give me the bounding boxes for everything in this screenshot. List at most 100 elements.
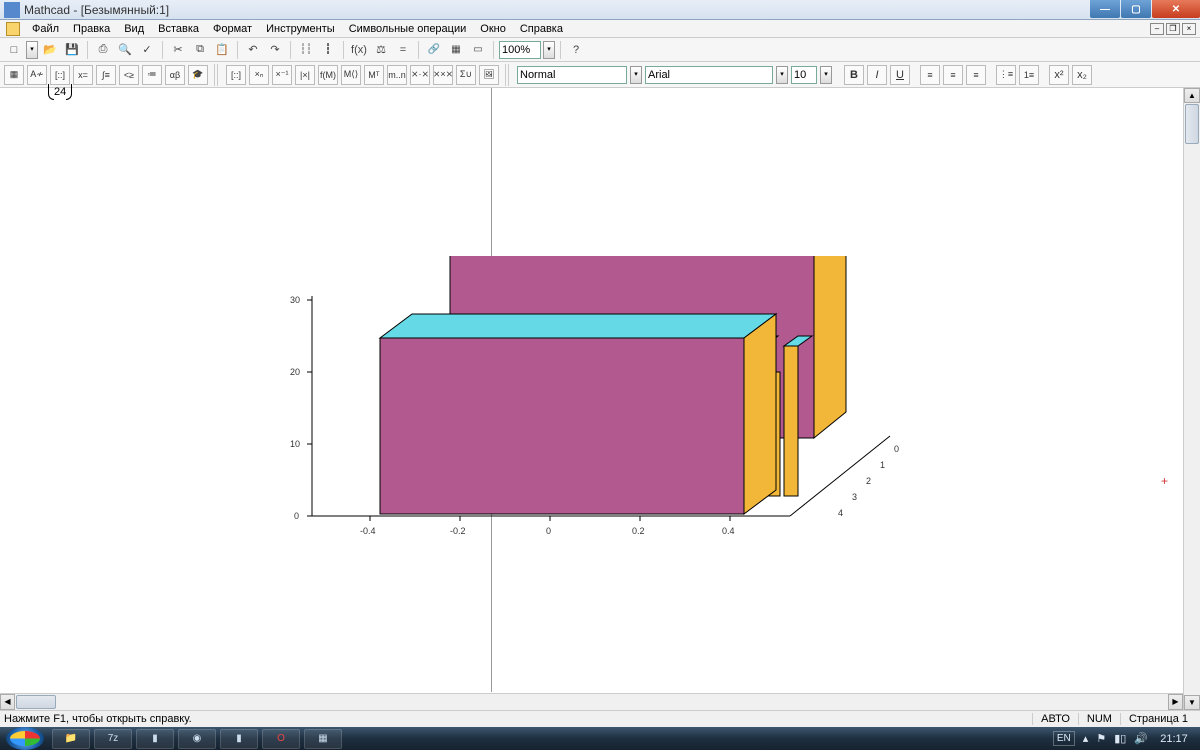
- mdi-close-button[interactable]: ×: [1182, 23, 1196, 35]
- determinant-btn[interactable]: |×|: [295, 65, 315, 85]
- scroll-down-button[interactable]: ▼: [1184, 695, 1200, 710]
- preview-button[interactable]: 🔍: [115, 40, 135, 60]
- tray-flag-icon[interactable]: ⚑: [1096, 732, 1106, 745]
- mdi-minimize-button[interactable]: –: [1150, 23, 1164, 35]
- programming-palette-button[interactable]: ≔: [142, 65, 162, 85]
- menu-help[interactable]: Справка: [514, 22, 569, 36]
- taskbar-item-app1[interactable]: ▮: [136, 729, 174, 749]
- font-size-dropdown[interactable]: ▾: [820, 66, 832, 84]
- taskbar-item-app2[interactable]: ▮: [220, 729, 258, 749]
- insert-unit-button[interactable]: ⚖: [371, 40, 391, 60]
- bold-button[interactable]: B: [844, 65, 864, 85]
- align-right-button[interactable]: ≡: [966, 65, 986, 85]
- menu-symbolics[interactable]: Символьные операции: [343, 22, 473, 36]
- menu-file[interactable]: Файл: [26, 22, 65, 36]
- picture-btn[interactable]: 🖼: [479, 65, 499, 85]
- mdi-restore-button[interactable]: ❐: [1166, 23, 1180, 35]
- copy-button[interactable]: ⧉: [190, 40, 210, 60]
- align-regions-button[interactable]: ┆┆: [296, 40, 316, 60]
- scroll-left-button[interactable]: ◀: [0, 694, 15, 710]
- underline-button[interactable]: U: [890, 65, 910, 85]
- redo-button[interactable]: ↷: [265, 40, 285, 60]
- font-dropdown[interactable]: ▾: [776, 66, 788, 84]
- document-area[interactable]: 24 + 0 10 20 30 -0.4 -0.2 0 0.2 0.4: [0, 88, 1200, 710]
- paste-button[interactable]: 📋: [212, 40, 232, 60]
- taskbar-item-explorer[interactable]: 📁: [52, 729, 90, 749]
- calculator-palette-button[interactable]: ▦: [4, 65, 24, 85]
- tray-chevron-icon[interactable]: ▴: [1083, 732, 1089, 745]
- tray-clock[interactable]: 21:17: [1156, 733, 1192, 745]
- 3d-bar-chart[interactable]: 0 10 20 30 -0.4 -0.2 0 0.2 0.4 0 1 2 3 4: [290, 256, 910, 626]
- style-combo[interactable]: [517, 66, 627, 84]
- vectorize-btn[interactable]: f(M): [318, 65, 338, 85]
- start-button[interactable]: [6, 727, 44, 750]
- taskbar-item-7zip[interactable]: 7z: [94, 729, 132, 749]
- superscript-button[interactable]: x²: [1049, 65, 1069, 85]
- numbering-button[interactable]: 1≡: [1019, 65, 1039, 85]
- horizontal-scrollbar[interactable]: ◀ ▶: [0, 693, 1183, 710]
- save-button[interactable]: 💾: [62, 40, 82, 60]
- sum-btn[interactable]: Σ∪: [456, 65, 476, 85]
- align-left-button[interactable]: ≡: [920, 65, 940, 85]
- menu-tools[interactable]: Инструменты: [260, 22, 341, 36]
- style-dropdown[interactable]: ▾: [630, 66, 642, 84]
- tray-network-icon[interactable]: ▮▯: [1114, 732, 1126, 745]
- spellcheck-button[interactable]: ✓: [137, 40, 157, 60]
- new-button[interactable]: □: [4, 40, 24, 60]
- new-dropdown[interactable]: ▾: [26, 41, 38, 59]
- calculate-button[interactable]: =: [393, 40, 413, 60]
- taskbar-item-mathcad[interactable]: ▦: [304, 729, 342, 749]
- boolean-palette-button[interactable]: <≥: [119, 65, 139, 85]
- transpose-btn[interactable]: Mᵀ: [364, 65, 384, 85]
- zoom-combo[interactable]: [499, 41, 541, 59]
- insert-component-button[interactable]: ▦: [446, 40, 466, 60]
- range-btn[interactable]: m..n: [387, 65, 407, 85]
- dot-btn[interactable]: ⨯×⨯: [433, 65, 453, 85]
- run-button[interactable]: ▭: [468, 40, 488, 60]
- cut-button[interactable]: ✂: [168, 40, 188, 60]
- scroll-up-button[interactable]: ▲: [1184, 88, 1200, 103]
- matrix-btn[interactable]: [::]: [226, 65, 246, 85]
- font-size-combo[interactable]: [791, 66, 817, 84]
- insert-hyperlink-button[interactable]: 🔗: [424, 40, 444, 60]
- matrix-palette-button[interactable]: [::]: [50, 65, 70, 85]
- font-combo[interactable]: [645, 66, 773, 84]
- close-button[interactable]: ✕: [1152, 0, 1200, 18]
- scroll-thumb-v[interactable]: [1185, 104, 1199, 144]
- maximize-button[interactable]: ▢: [1121, 0, 1151, 18]
- subscript-button[interactable]: x₂: [1072, 65, 1092, 85]
- menu-insert[interactable]: Вставка: [152, 22, 205, 36]
- menu-window[interactable]: Окно: [474, 22, 512, 36]
- calculus-palette-button[interactable]: ∫≡: [96, 65, 116, 85]
- italic-button[interactable]: I: [867, 65, 887, 85]
- scroll-right-button[interactable]: ▶: [1168, 694, 1183, 710]
- subscript-btn[interactable]: ×ₙ: [249, 65, 269, 85]
- copy-icon: ⧉: [196, 43, 204, 56]
- scroll-thumb-h[interactable]: [16, 695, 56, 709]
- column-btn[interactable]: M⟨⟩: [341, 65, 361, 85]
- menu-view[interactable]: Вид: [118, 22, 150, 36]
- cross-btn[interactable]: ⨯·⨯: [410, 65, 430, 85]
- graph-palette-button[interactable]: A≁: [27, 65, 47, 85]
- bullets-button[interactable]: ⋮≡: [996, 65, 1016, 85]
- align-center-button[interactable]: ≡: [943, 65, 963, 85]
- separate-regions-button[interactable]: ┇: [318, 40, 338, 60]
- evaluation-palette-button[interactable]: x=: [73, 65, 93, 85]
- menu-format[interactable]: Формат: [207, 22, 258, 36]
- greek-palette-button[interactable]: αβ: [165, 65, 185, 85]
- zoom-dropdown[interactable]: ▾: [543, 41, 555, 59]
- taskbar-item-chrome[interactable]: ◉: [178, 729, 216, 749]
- help-button[interactable]: ?: [566, 40, 586, 60]
- symbolic-palette-button[interactable]: 🎓: [188, 65, 208, 85]
- open-button[interactable]: 📂: [40, 40, 60, 60]
- undo-button[interactable]: ↶: [243, 40, 263, 60]
- minimize-button[interactable]: —: [1090, 0, 1120, 18]
- print-button[interactable]: ⎙: [93, 40, 113, 60]
- inverse-btn[interactable]: ×⁻¹: [272, 65, 292, 85]
- insert-function-button[interactable]: f(x): [349, 40, 369, 60]
- taskbar-item-opera[interactable]: O: [262, 729, 300, 749]
- vertical-scrollbar[interactable]: ▲ ▼: [1183, 88, 1200, 710]
- language-indicator[interactable]: EN: [1053, 731, 1075, 746]
- tray-volume-icon[interactable]: 🔊: [1134, 732, 1148, 745]
- menu-edit[interactable]: Правка: [67, 22, 116, 36]
